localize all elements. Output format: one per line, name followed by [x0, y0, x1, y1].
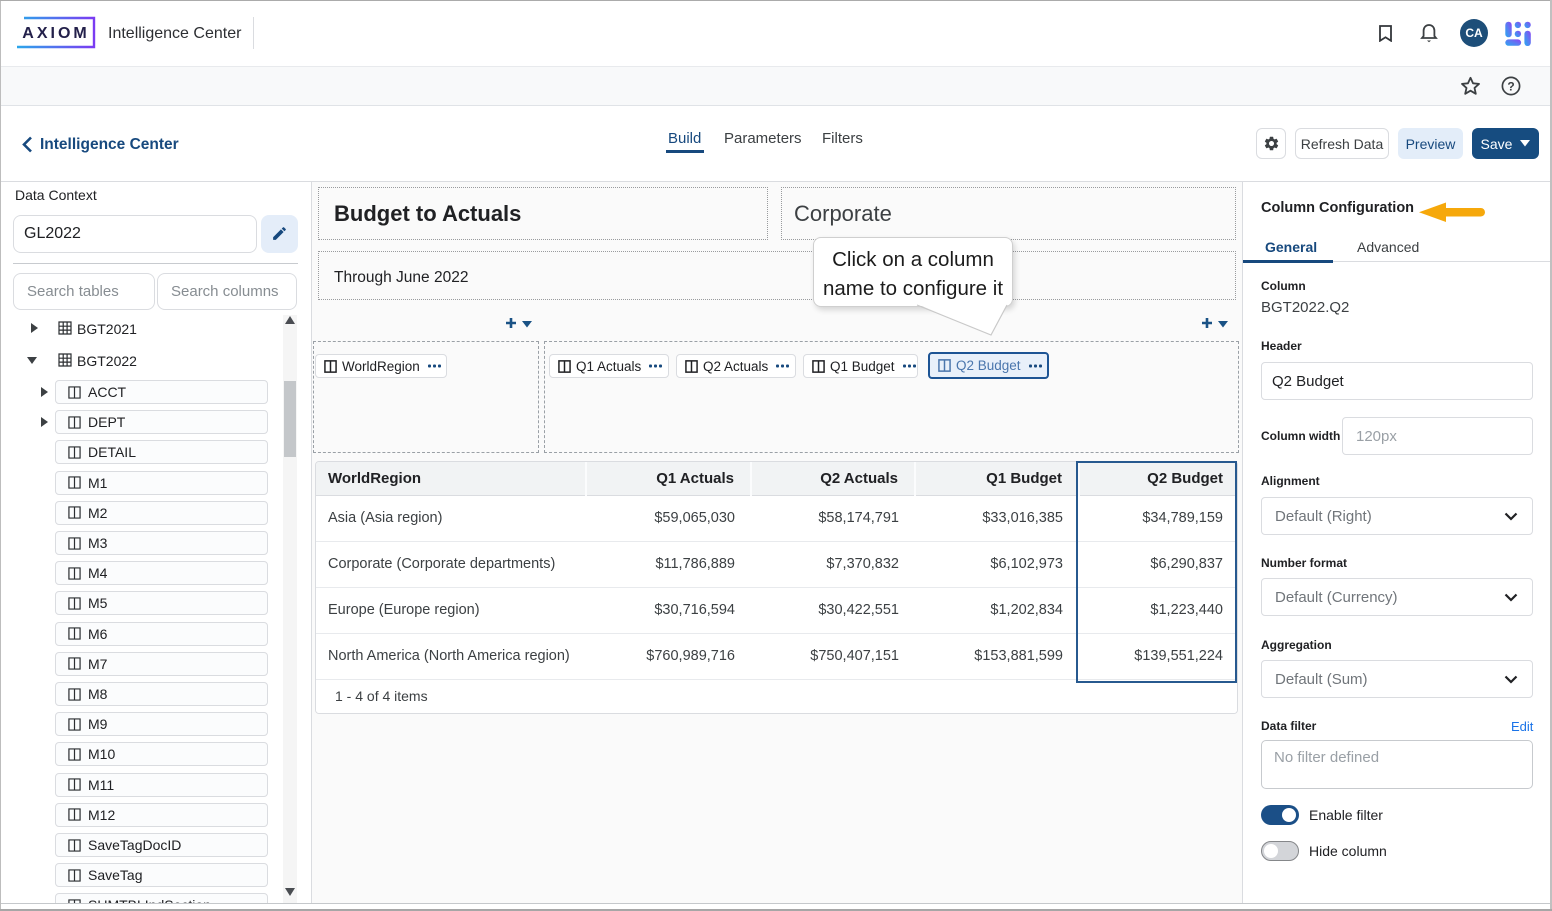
svg-text:?: ?	[1507, 79, 1514, 93]
